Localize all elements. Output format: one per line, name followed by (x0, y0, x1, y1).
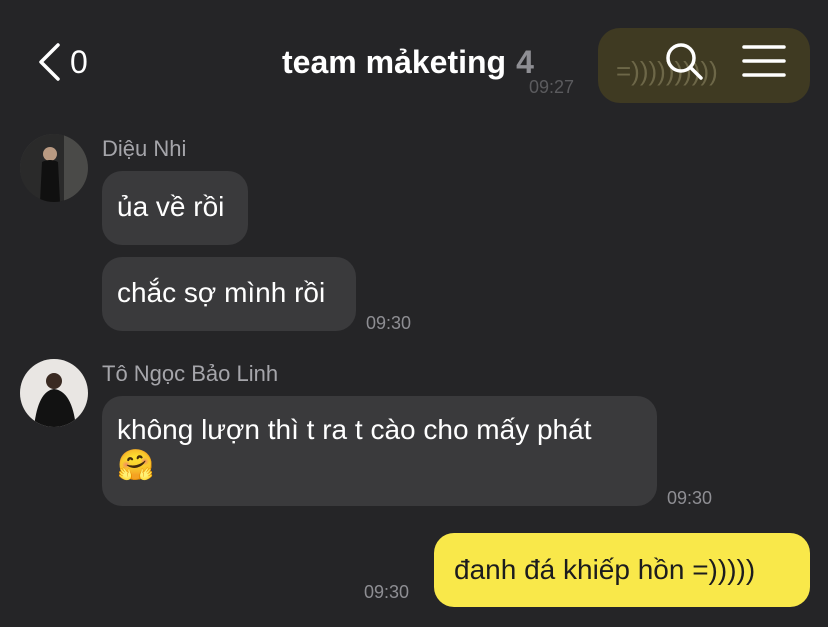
sender-name: Diệu Nhi (102, 136, 187, 161)
chat-title-area[interactable]: team mảketing 4 (282, 40, 534, 84)
message-time: 09:30 (366, 313, 412, 333)
back-button[interactable]: 0 (36, 40, 100, 84)
menu-button[interactable] (742, 42, 786, 82)
search-button[interactable] (662, 40, 706, 84)
message-time: 09:30 (364, 582, 410, 602)
avatar-photo (20, 134, 88, 202)
message-bubble[interactable]: ủa về rồi (102, 171, 248, 245)
member-count: 4 (516, 43, 534, 80)
my-message-bubble[interactable]: đanh đá khiếp hồn =))))) (434, 533, 810, 607)
hugging-face-emoji: 🤗 (117, 449, 155, 482)
hamburger-menu-icon (742, 45, 786, 77)
message-text: ủa về rồi (117, 191, 225, 222)
avatar[interactable] (20, 359, 88, 427)
chat-title: team mảketing (282, 43, 507, 80)
message-time: 09:30 (667, 488, 713, 508)
search-icon (666, 43, 703, 80)
message-bubble[interactable]: chắc sợ mình rồi (102, 257, 356, 331)
message-bubble[interactable]: không lượn thì t ra t cào cho mấy phát 🤗 (102, 396, 657, 506)
message-text: chắc sợ mình rồi (117, 277, 326, 308)
chat-screen: =)))))))))) 09:27 0 team mảketing 4 Diệu… (0, 0, 828, 627)
chevron-left-icon (39, 43, 60, 81)
message-text: không lượn thì t ra t cào cho mấy phát (117, 414, 592, 445)
unread-count: 0 (70, 43, 88, 80)
avatar[interactable] (20, 134, 88, 202)
chat-header: 0 team mảketing 4 (0, 0, 828, 120)
sender-name: Tô Ngọc Bảo Linh (102, 361, 279, 386)
avatar-photo (20, 359, 88, 427)
message-text: đanh đá khiếp hồn =))))) (454, 554, 756, 585)
